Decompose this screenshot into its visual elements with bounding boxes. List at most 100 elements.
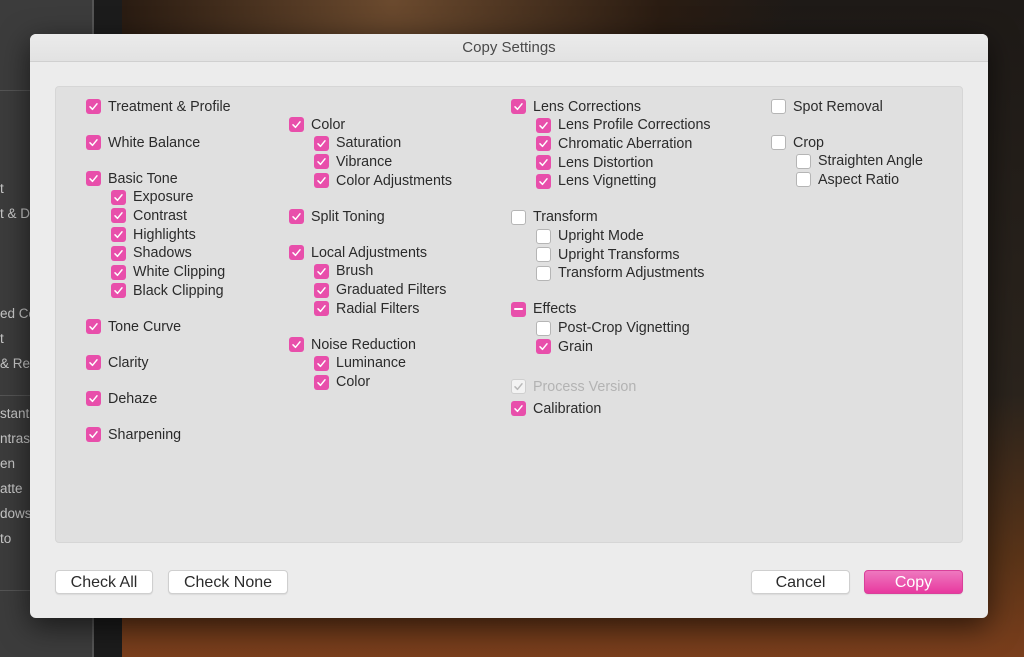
checkbox-label: Basic Tone xyxy=(108,170,178,187)
checkmark-icon xyxy=(511,401,526,416)
checkbox-white-balance[interactable]: White Balance xyxy=(86,133,200,152)
checkbox-label: Transform Adjustments xyxy=(558,265,705,282)
checkbox-label: Sharpening xyxy=(108,426,182,443)
checkbox-graduated-filters[interactable]: Graduated Filters xyxy=(314,281,446,300)
checkmark-icon xyxy=(86,391,101,407)
checkbox-grain[interactable]: Grain xyxy=(536,337,593,356)
checkbox-radial-filters[interactable]: Radial Filters xyxy=(314,299,419,318)
dialog-title: Copy Settings xyxy=(30,34,988,62)
checkbox-label: Local Adjustments xyxy=(311,244,428,261)
checkbox-label: Lens Corrections xyxy=(533,98,642,115)
copy-button[interactable]: Copy xyxy=(864,570,963,594)
checkbox-basic-tone[interactable]: Basic Tone xyxy=(86,169,178,188)
checkmark-icon xyxy=(314,154,329,170)
checkbox-label: Crop xyxy=(793,134,824,151)
checkbox-dehaze[interactable]: Dehaze xyxy=(86,389,157,408)
checkbox-effects[interactable]: Effects xyxy=(511,300,576,319)
empty-checkbox-icon xyxy=(536,265,551,281)
check-none-button[interactable]: Check None xyxy=(168,570,288,594)
checkmark-icon xyxy=(289,117,304,132)
checkbox-straighten-angle[interactable]: Straighten Angle xyxy=(796,152,923,171)
checkbox-tone-curve[interactable]: Tone Curve xyxy=(86,317,181,336)
checkbox-label: Lens Profile Corrections xyxy=(558,117,711,134)
checkmark-icon xyxy=(314,135,329,151)
checkmark-icon xyxy=(314,282,329,298)
checkbox-label: Split Toning xyxy=(311,208,385,225)
empty-checkbox-icon xyxy=(536,320,551,336)
checkbox-transform[interactable]: Transform xyxy=(511,208,598,227)
checkbox-label: Shadows xyxy=(133,245,192,262)
checkmark-icon xyxy=(111,227,126,243)
checkbox-crop[interactable]: Crop xyxy=(771,133,824,152)
checkbox-vibrance[interactable]: Vibrance xyxy=(314,152,392,171)
empty-checkbox-icon xyxy=(771,99,786,114)
checkbox-black-clipping[interactable]: Black Clipping xyxy=(111,281,224,300)
checkbox-label: Aspect Ratio xyxy=(818,171,900,188)
checkbox-lens-vignetting[interactable]: Lens Vignetting xyxy=(536,172,656,191)
check-all-button[interactable]: Check All xyxy=(55,570,153,594)
checkbox-saturation[interactable]: Saturation xyxy=(314,134,401,153)
checkbox-upright-transforms[interactable]: Upright Transforms xyxy=(536,245,680,264)
empty-checkbox-icon xyxy=(536,228,551,244)
checkmark-icon xyxy=(536,136,551,152)
checkbox-lens-distortion[interactable]: Lens Distortion xyxy=(536,153,653,172)
checkbox-sharpening[interactable]: Sharpening xyxy=(86,425,181,444)
checkbox-label: Clarity xyxy=(108,354,149,371)
checkmark-icon xyxy=(289,337,304,353)
mixed-state-icon xyxy=(511,301,526,317)
checkmark-icon xyxy=(536,173,551,189)
checkbox-exposure[interactable]: Exposure xyxy=(111,188,193,207)
checkbox-contrast[interactable]: Contrast xyxy=(111,206,187,225)
checkbox-clarity[interactable]: Clarity xyxy=(86,353,149,372)
checkbox-color[interactable]: Color xyxy=(314,373,370,392)
checkbox-treatment-profile[interactable]: Treatment & Profile xyxy=(86,97,231,116)
checkbox-lens-profile-corrections[interactable]: Lens Profile Corrections xyxy=(536,116,711,135)
checkbox-lens-corrections[interactable]: Lens Corrections xyxy=(511,97,641,116)
checkbox-label: Straighten Angle xyxy=(818,153,923,170)
checkbox-label: Brush xyxy=(336,263,374,280)
empty-checkbox-icon xyxy=(796,172,811,188)
checkmark-icon xyxy=(314,301,329,317)
checkbox-label: Spot Removal xyxy=(793,98,883,115)
checkbox-aspect-ratio[interactable]: Aspect Ratio xyxy=(796,170,899,189)
checkbox-label: Highlights xyxy=(133,226,196,243)
checkbox-label: Lens Distortion xyxy=(558,154,654,171)
checkmark-icon xyxy=(536,155,551,171)
checkbox-chromatic-aberration[interactable]: Chromatic Aberration xyxy=(536,134,692,153)
checkbox-shadows[interactable]: Shadows xyxy=(111,244,192,263)
checkmark-icon xyxy=(86,99,101,114)
cancel-button[interactable]: Cancel xyxy=(751,570,850,594)
checkbox-white-clipping[interactable]: White Clipping xyxy=(111,263,225,282)
checkbox-noise-reduction[interactable]: Noise Reduction xyxy=(289,335,416,354)
checkbox-post-crop-vignetting[interactable]: Post-Crop Vignetting xyxy=(536,319,690,338)
checkbox-calibration[interactable]: Calibration xyxy=(511,399,601,418)
checkbox-label: Calibration xyxy=(533,400,602,417)
checkmark-icon xyxy=(314,263,329,279)
checkbox-luminance[interactable]: Luminance xyxy=(314,354,406,373)
checkbox-upright-mode[interactable]: Upright Mode xyxy=(536,227,644,246)
checkmark-icon xyxy=(111,189,126,205)
checkbox-color-adjustments[interactable]: Color Adjustments xyxy=(314,171,452,190)
checkbox-label: Graduated Filters xyxy=(336,282,447,298)
checkbox-brush[interactable]: Brush xyxy=(314,262,373,281)
checkbox-transform-adjustments[interactable]: Transform Adjustments xyxy=(536,264,704,283)
checkbox-label: Color xyxy=(311,116,346,133)
checkmark-icon xyxy=(86,355,101,371)
checkbox-process-version: Process Version xyxy=(511,377,636,396)
checkbox-local-adjustments[interactable]: Local Adjustments xyxy=(289,243,427,262)
checkmark-icon xyxy=(111,283,126,299)
checkbox-label: Dehaze xyxy=(108,390,158,407)
checkbox-highlights[interactable]: Highlights xyxy=(111,225,196,244)
checkbox-label: Tone Curve xyxy=(108,318,182,335)
checkbox-label: Vibrance xyxy=(336,153,393,170)
checkbox-color[interactable]: Color xyxy=(289,115,345,134)
checkbox-label: Post-Crop Vignetting xyxy=(558,320,690,337)
checkbox-label: Transform xyxy=(533,209,598,226)
checkmark-icon xyxy=(314,173,329,189)
checkbox-spot-removal[interactable]: Spot Removal xyxy=(771,97,883,116)
checkbox-split-toning[interactable]: Split Toning xyxy=(289,207,385,226)
checkbox-label: Grain xyxy=(558,338,593,355)
checkmark-icon xyxy=(511,379,526,395)
checkbox-label: Noise Reduction xyxy=(311,336,416,353)
checkbox-label: Effects xyxy=(533,301,577,318)
